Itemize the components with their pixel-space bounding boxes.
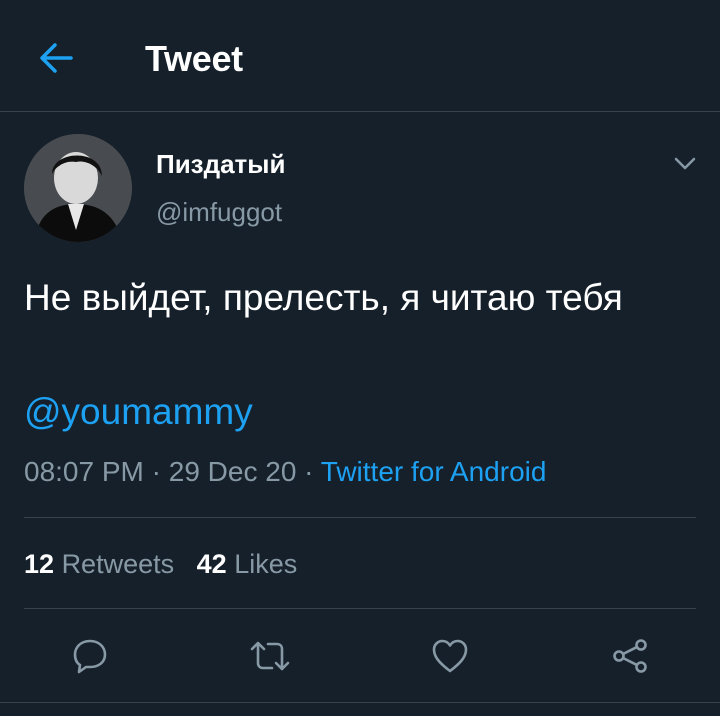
share-icon bbox=[613, 639, 647, 673]
retweets-stat[interactable]: 12 Retweets bbox=[24, 549, 174, 579]
reply-icon bbox=[73, 639, 107, 674]
avatar-photo bbox=[24, 134, 132, 242]
share-button[interactable] bbox=[606, 632, 654, 680]
user-handle[interactable]: @imfuggot bbox=[156, 196, 282, 228]
chevron-down-icon bbox=[674, 157, 696, 170]
arrow-left-icon bbox=[40, 43, 73, 73]
retweet-button[interactable] bbox=[246, 632, 294, 680]
back-button[interactable] bbox=[36, 38, 76, 78]
tweet-actions bbox=[0, 632, 720, 680]
likes-label: Likes bbox=[234, 549, 298, 579]
display-name[interactable]: Пиздатый bbox=[156, 148, 285, 180]
retweets-label: Retweets bbox=[61, 549, 175, 579]
likes-count: 42 bbox=[196, 549, 227, 579]
top-bar: Tweet bbox=[0, 0, 720, 112]
retweet-icon bbox=[250, 641, 290, 671]
meta-separator: · bbox=[143, 456, 169, 487]
divider bbox=[0, 702, 720, 703]
divider bbox=[24, 517, 696, 518]
meta-separator: · bbox=[296, 456, 321, 487]
mention-link[interactable]: @youmammy bbox=[24, 386, 253, 438]
avatar[interactable] bbox=[24, 134, 132, 242]
tweet-date: 29 Dec 20 bbox=[168, 456, 297, 487]
page-title: Tweet bbox=[145, 38, 243, 79]
tweet-source-link[interactable]: Twitter for Android bbox=[321, 456, 547, 487]
tweet-stats: 12 Retweets 42 Likes bbox=[24, 544, 297, 584]
tweet-text: Не выйдет, прелесть, я читаю тебя bbox=[24, 277, 623, 318]
tweet-time: 08:07 PM bbox=[24, 456, 144, 487]
heart-icon bbox=[432, 639, 468, 673]
divider bbox=[24, 608, 696, 609]
likes-stat[interactable]: 42 Likes bbox=[197, 549, 298, 579]
tweet-meta: 08:07 PM · 29 Dec 20 · Twitter for Andro… bbox=[24, 452, 546, 492]
like-button[interactable] bbox=[426, 632, 474, 680]
reply-button[interactable] bbox=[66, 632, 114, 680]
tweet-menu-button[interactable] bbox=[668, 150, 702, 178]
retweets-count: 12 bbox=[24, 549, 55, 579]
